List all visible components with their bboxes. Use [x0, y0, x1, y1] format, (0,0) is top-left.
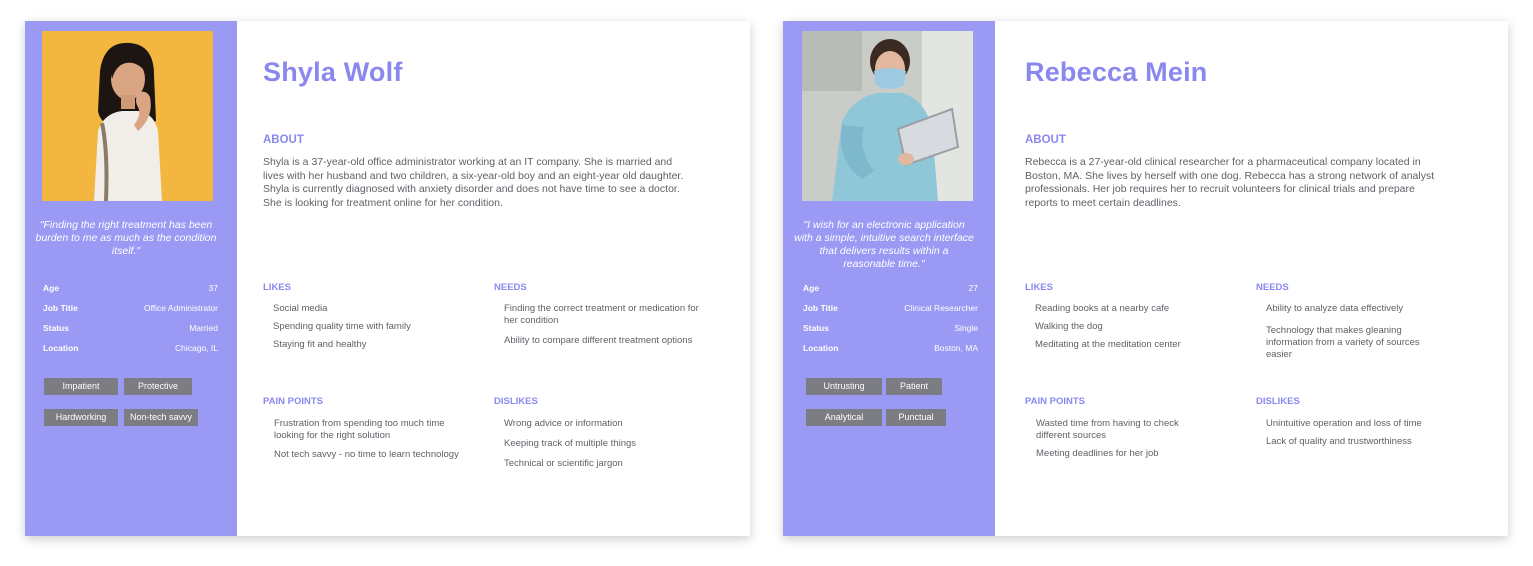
about-heading: ABOUT: [1025, 134, 1066, 146]
attribute-value: Office Administrator: [143, 303, 218, 313]
list-item: Technology that makes gleaning informati…: [1266, 325, 1420, 360]
attribute-value: Single: [954, 323, 978, 333]
attribute-label: Location: [43, 343, 79, 353]
pain-points-heading: PAIN POINTS: [1025, 396, 1085, 407]
persona-name: Shyla Wolf: [263, 57, 403, 87]
trait-tag: Patient: [885, 377, 943, 396]
persona-content: Shyla Wolf ABOUT Shyla is a 37-year-old …: [237, 21, 750, 536]
persona-photo: [802, 31, 973, 201]
list-item: Social media: [273, 303, 328, 314]
persona-attributes: Age 27 Job Title Clinical Researcher Sta…: [803, 281, 978, 361]
attribute-row-location: Location Boston, MA: [803, 341, 978, 361]
attribute-label: Age: [803, 283, 820, 293]
persona-name: Rebecca Mein: [1025, 57, 1208, 87]
attribute-row-status: Status Married: [43, 321, 218, 341]
list-item: Technical or scientific jargon: [504, 458, 623, 469]
list-item: Frustration from spending too much time …: [274, 418, 445, 441]
trait-tag: Non-tech savvy: [123, 408, 199, 427]
likes-heading: LIKES: [263, 282, 291, 293]
persona-sidebar: "I wish for an electronic application wi…: [783, 21, 995, 536]
needs-heading: NEEDS: [494, 282, 527, 293]
about-text: Shyla is a 37-year-old office administra…: [263, 156, 684, 209]
trait-tag: Untrusting: [805, 377, 883, 396]
list-item: Ability to compare different treatment o…: [504, 335, 693, 346]
attribute-row-status: Status Single: [803, 321, 978, 341]
trait-tag: Hardworking: [43, 408, 119, 427]
attribute-row-job-title: Job Title Office Administrator: [43, 301, 218, 321]
list-item: Meditating at the meditation center: [1035, 339, 1181, 350]
attribute-label: Age: [43, 283, 60, 293]
list-item: Meeting deadlines for her job: [1036, 448, 1159, 459]
attribute-label: Status: [43, 323, 69, 333]
list-item: Keeping track of multiple things: [504, 438, 637, 449]
attribute-value: Married: [189, 323, 218, 333]
persona-quote: "Finding the right treatment has been bu…: [35, 219, 217, 257]
trait-tag: Impatient: [43, 377, 119, 396]
persona-content: Rebecca Mein ABOUT Rebecca is a 27-year-…: [994, 21, 1508, 536]
list-item: Unintuitive operation and loss of time: [1266, 418, 1422, 429]
list-item: Staying fit and healthy: [273, 339, 367, 350]
persona-attributes: Age 37 Job Title Office Administrator St…: [43, 281, 218, 361]
persona-card-shyla: "Finding the right treatment has been bu…: [25, 21, 750, 536]
attribute-label: Job Title: [43, 303, 78, 313]
list-item: Spending quality time with family: [273, 321, 411, 332]
attribute-value: Clinical Researcher: [904, 303, 978, 313]
pain-points-heading: PAIN POINTS: [263, 396, 323, 407]
attribute-value: Chicago, IL: [175, 343, 218, 353]
attribute-row-age: Age 37: [43, 281, 218, 301]
list-item: Walking the dog: [1035, 321, 1103, 332]
list-item: Wasted time from having to check differe…: [1036, 418, 1179, 441]
about-text: Rebecca is a 27-year-old clinical resear…: [1025, 156, 1435, 209]
attribute-row-location: Location Chicago, IL: [43, 341, 218, 361]
trait-tag: Punctual: [885, 408, 947, 427]
attribute-label: Job Title: [803, 303, 838, 313]
trait-tag: Protective: [123, 377, 193, 396]
attribute-label: Location: [803, 343, 839, 353]
dislikes-heading: DISLIKES: [1256, 396, 1300, 407]
persona-photo: [42, 31, 213, 201]
attribute-value: 27: [968, 283, 978, 293]
attribute-value: 37: [208, 283, 218, 293]
attribute-row-age: Age 27: [803, 281, 978, 301]
about-heading: ABOUT: [263, 134, 304, 146]
persona-quote: "I wish for an electronic application wi…: [794, 219, 974, 270]
list-item: Finding the correct treatment or medicat…: [504, 303, 699, 326]
dislikes-heading: DISLIKES: [494, 396, 538, 407]
attribute-row-job-title: Job Title Clinical Researcher: [803, 301, 978, 321]
list-item: Lack of quality and trustworthiness: [1266, 436, 1412, 447]
list-item: Wrong advice or information: [504, 418, 623, 429]
list-item: Reading books at a nearby cafe: [1035, 303, 1170, 314]
list-item: Not tech savvy - no time to learn techno…: [274, 449, 459, 460]
trait-tag: Analytical: [805, 408, 883, 427]
attribute-value: Boston, MA: [934, 343, 978, 353]
list-item: Ability to analyze data effectively: [1266, 303, 1404, 314]
attribute-label: Status: [803, 323, 829, 333]
persona-sidebar: "Finding the right treatment has been bu…: [25, 21, 237, 536]
needs-heading: NEEDS: [1256, 282, 1289, 293]
persona-card-rebecca: "I wish for an electronic application wi…: [783, 21, 1508, 536]
likes-heading: LIKES: [1025, 282, 1053, 293]
